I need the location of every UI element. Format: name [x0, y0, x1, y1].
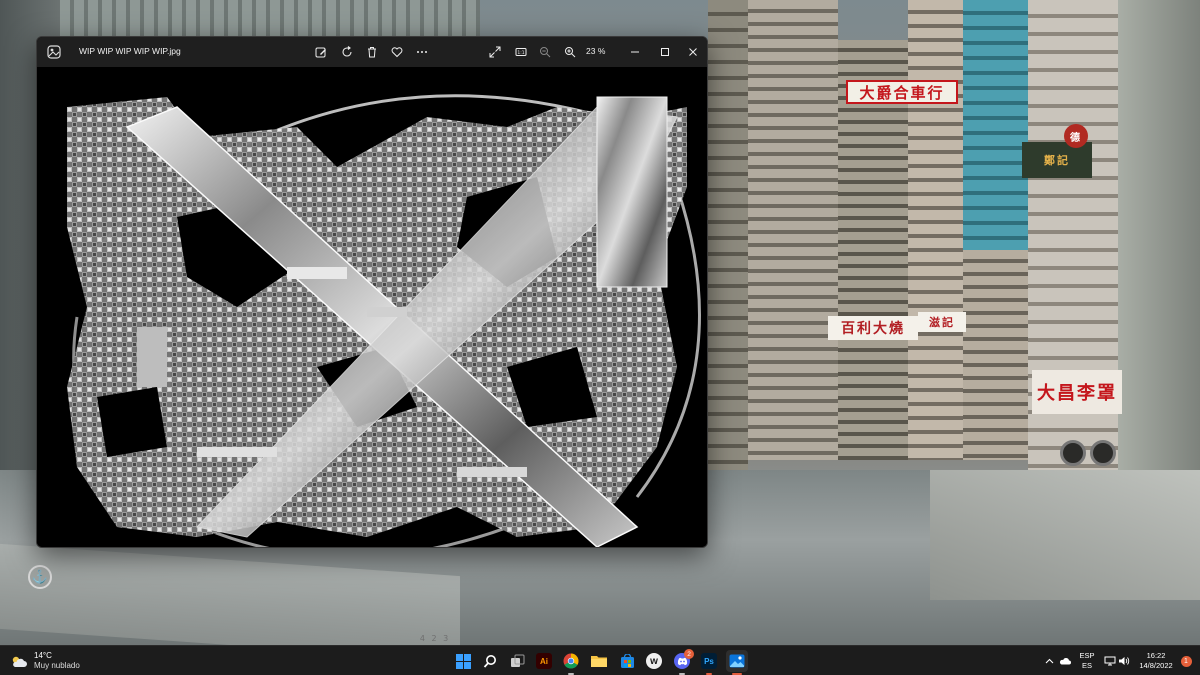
- illustrator-icon: Ai: [536, 653, 552, 669]
- weather-condition: Muy nublado: [34, 661, 80, 670]
- language-bottom: ES: [1081, 661, 1092, 670]
- rotate-icon: [342, 46, 352, 57]
- building: [963, 250, 1028, 460]
- network-tray-button[interactable]: [1103, 646, 1117, 675]
- store-icon: [620, 653, 634, 668]
- chevron-up-icon: [1045, 658, 1053, 664]
- edit-image-button[interactable]: [311, 42, 331, 62]
- close-icon: [689, 48, 697, 56]
- drain-pipe: [1090, 440, 1116, 466]
- clock-time: 16:22: [1146, 651, 1166, 660]
- zoom-level-text: 23 %: [586, 46, 606, 56]
- building: [748, 0, 838, 460]
- anchor-logo-icon: ⚓: [28, 565, 52, 589]
- taskbar: 14°C Muy nublado Ai w 2 Ps ESP ES 16:22 …: [0, 645, 1200, 675]
- photos-app-button[interactable]: [726, 650, 748, 675]
- windows-logo-icon: [455, 653, 471, 669]
- language-indicator[interactable]: ESP ES: [1076, 646, 1098, 675]
- heart-icon: [391, 47, 403, 58]
- fullscreen-button[interactable]: [485, 42, 505, 62]
- photos-icon: [729, 654, 745, 668]
- search-icon: [483, 654, 496, 668]
- window-title: WIP WIP WIP WIP WIP.jpg: [79, 46, 181, 56]
- cloudy-weather-icon: [12, 656, 27, 667]
- shop-sign: 百利大燒: [828, 316, 918, 340]
- volume-tray-button[interactable]: [1117, 646, 1131, 675]
- store-app-button[interactable]: [616, 650, 638, 672]
- building: [708, 0, 748, 470]
- delete-icon: [368, 47, 376, 58]
- zoom-in-icon: [565, 47, 576, 58]
- search-button[interactable]: [479, 650, 501, 672]
- watermark-text: 4 2 3: [419, 633, 451, 643]
- building: [908, 0, 963, 460]
- minimize-icon: [631, 51, 639, 53]
- maximize-button[interactable]: [655, 42, 675, 62]
- building: [963, 0, 1028, 250]
- cloud-icon: [1059, 657, 1071, 665]
- shop-sign: 滋記: [918, 312, 966, 332]
- building: [1118, 0, 1200, 530]
- canal-wall: [930, 470, 1200, 600]
- image-viewport[interactable]: [37, 67, 707, 547]
- clock-date: 14/8/2022: [1139, 661, 1173, 670]
- more-icon: [417, 51, 427, 53]
- zoom-in-button[interactable]: [560, 42, 580, 62]
- show-hidden-icons-button[interactable]: [1042, 646, 1056, 675]
- title-bar[interactable]: WIP WIP WIP WIP WIP.jpg 1:1 23 %: [37, 37, 707, 67]
- weather-widget[interactable]: 14°C Muy nublado: [10, 650, 80, 672]
- photoshop-icon: Ps: [701, 653, 717, 669]
- photos-app-window[interactable]: WIP WIP WIP WIP WIP.jpg 1:1 23 %: [36, 36, 708, 548]
- chrome-icon: [563, 653, 579, 669]
- maximize-icon: [661, 48, 669, 56]
- actual-size-button[interactable]: 1:1: [511, 42, 531, 62]
- file-explorer-button[interactable]: [588, 650, 610, 672]
- building: [60, 0, 480, 36]
- chrome-app-button[interactable]: [560, 650, 582, 675]
- edit-image-icon: [315, 47, 326, 58]
- displayed-artwork-image: [67, 94, 701, 547]
- wacom-icon: w: [646, 653, 662, 669]
- illustrator-app-button[interactable]: Ai: [533, 650, 555, 672]
- actual-size-icon: 1:1: [515, 48, 527, 56]
- rotate-button[interactable]: [337, 42, 357, 62]
- folder-icon: [591, 656, 607, 667]
- language-top: ESP: [1079, 651, 1095, 660]
- shop-sign: 鄭記: [1022, 142, 1092, 178]
- svg-text:1:1: 1:1: [517, 50, 524, 56]
- notification-center-button[interactable]: 1: [1178, 646, 1194, 675]
- clock-button[interactable]: 16:22 14/8/2022: [1134, 646, 1178, 675]
- network-icon: [1104, 656, 1116, 666]
- speaker-icon: [1119, 657, 1130, 665]
- task-view-button[interactable]: [506, 650, 528, 672]
- shop-sign: 大昌李罩: [1032, 370, 1122, 414]
- zoom-out-icon: [540, 47, 551, 58]
- onedrive-tray-button[interactable]: [1057, 646, 1073, 675]
- photoshop-app-button[interactable]: Ps: [698, 650, 720, 675]
- start-button[interactable]: [452, 650, 474, 672]
- weather-temperature: 14°C: [34, 651, 52, 660]
- close-button[interactable]: [683, 42, 703, 62]
- shop-sign: 德: [1064, 124, 1088, 148]
- delete-button[interactable]: [362, 42, 382, 62]
- notification-count-badge: 1: [1180, 655, 1192, 667]
- zoom-out-button[interactable]: [535, 42, 555, 62]
- wacom-app-button[interactable]: w: [643, 650, 665, 672]
- more-options-button[interactable]: [412, 42, 432, 62]
- photos-app-icon: [47, 45, 61, 59]
- task-view-icon: [510, 654, 524, 667]
- drain-pipe: [1060, 440, 1086, 466]
- discord-app-button[interactable]: 2: [671, 649, 694, 675]
- discord-badge: 2: [684, 649, 694, 659]
- shop-sign: 大爵合車行: [846, 80, 958, 104]
- fullscreen-icon: [489, 46, 501, 58]
- minimize-button[interactable]: [625, 42, 645, 62]
- favorite-button[interactable]: [387, 42, 407, 62]
